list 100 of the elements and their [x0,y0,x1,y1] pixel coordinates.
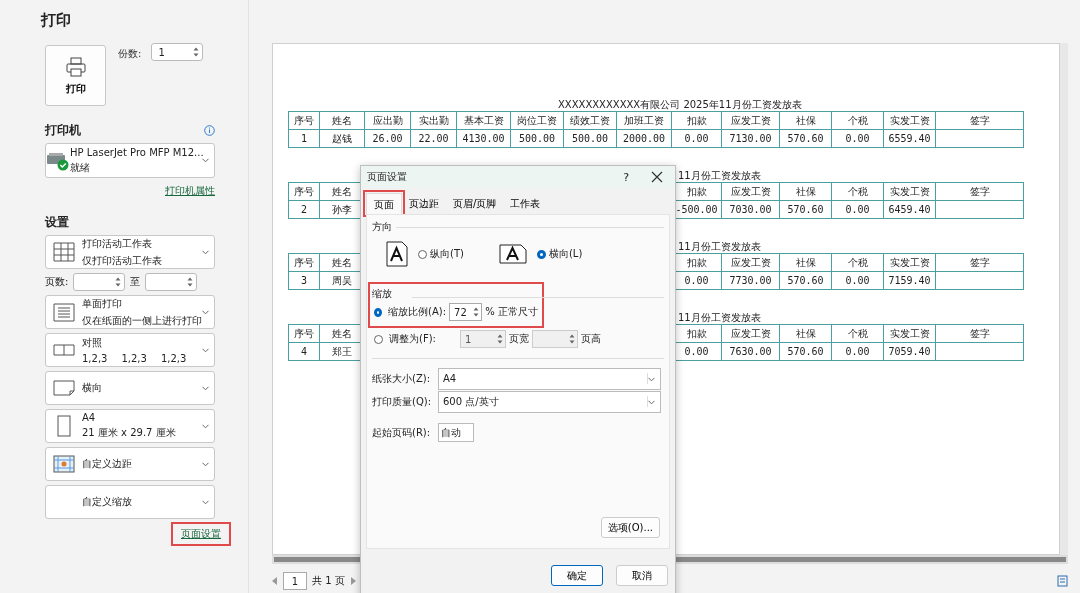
paper-size-select[interactable]: A4 [438,367,661,390]
table-cell: 赵钱 [319,129,365,148]
caret-icon [202,423,209,429]
cancel-button[interactable]: 取消 [616,565,668,586]
pages-icon [53,344,75,356]
next-page-icon[interactable] [349,577,356,585]
table-cell: 2 [288,200,320,219]
radio-button[interactable] [536,249,546,259]
radio-button[interactable] [418,249,427,259]
setting-dropdown[interactable]: A4 21 厘米 x 29.7 厘米 [45,409,215,443]
setting-title: 单面打印 [82,296,123,311]
page-setup-link[interactable]: 页面设置 [181,528,221,539]
print-quality-label: 打印质量(Q): [372,394,433,409]
spinner-arrows-icon[interactable] [473,306,480,318]
column-header: 社保 [779,182,832,201]
first-page-label: 起始页码(R): [372,425,432,440]
setting-title: A4 [82,412,97,423]
column-header: 应发工资 [721,111,780,130]
column-header: 序号 [288,253,320,272]
tab[interactable]: 页面 [366,193,402,214]
column-header: 序号 [288,111,320,130]
printer-properties-link[interactable]: 打印机属性 [165,184,215,198]
column-header: 签字 [935,182,1024,201]
table-cell: 4130.00 [456,129,511,148]
column-header: 实发工资 [883,324,936,343]
margins-icon [53,455,75,473]
pages-wide-field[interactable]: 1 [460,330,506,348]
table-cell: 0.00 [831,342,884,361]
setting-dropdown[interactable]: 横向 [45,371,215,405]
scale-unit: % 正常尺寸 [485,305,538,319]
column-header: 绩效工资 [563,111,617,130]
table-cell: 7030.00 [721,200,780,219]
vertical-scrollbar[interactable] [1060,43,1068,555]
radio-label: 缩放比例(A): [388,305,446,319]
column-header: 实出勤 [410,111,457,130]
page-to-field[interactable] [145,273,198,291]
caret-icon [202,158,209,163]
column-header: 个税 [831,324,884,343]
column-header: 个税 [831,253,884,272]
caret-icon [202,499,209,505]
page-from-field[interactable] [73,273,126,291]
table-cell: 570.60 [779,271,832,290]
copies-label: 份数: [118,47,142,61]
column-header: 签字 [935,111,1024,130]
caret-icon [202,309,209,315]
tab[interactable]: 页眉/页脚 [446,193,504,214]
column-header: 社保 [779,253,832,272]
table-title: 11月份工资发放表 [678,312,761,323]
radio-label: 横向(L) [548,247,583,261]
printer-dropdown[interactable]: HP LaserJet Pro MFP M12... 就绪 [45,143,215,178]
tab[interactable]: 页边距 [402,193,446,214]
setting-dropdown[interactable]: 单面打印 仅在纸面的一侧上进行打印 [45,295,215,329]
pages-tall-label: 页高 [581,332,601,346]
print-quality-select[interactable]: 600 点/英寸 [438,390,661,413]
grid-icon [53,242,75,262]
caret-icon [202,347,209,353]
tab[interactable]: 工作表 [503,193,548,214]
table-title: 11月份工资发放表 [678,241,761,252]
print-button[interactable]: 打印 [45,45,106,106]
column-header: 个税 [831,182,884,201]
spinner-arrows-icon[interactable] [115,276,122,288]
radio-button[interactable] [374,334,383,344]
page-number-field[interactable]: 1 [283,572,307,590]
caret-icon [648,377,655,382]
options-button[interactable]: 选项(O)... [600,517,660,538]
ok-button[interactable]: 确定 [551,565,603,586]
spinner-arrows-icon[interactable] [569,333,575,345]
previous-page-icon[interactable] [272,577,278,585]
setting-dropdown[interactable]: 自定义缩放 [45,485,215,519]
column-header: 序号 [288,182,320,201]
landscape-page-icon [53,380,75,396]
radio-button[interactable] [374,307,382,317]
column-header: 个税 [831,111,884,130]
scale-field[interactable]: 72 [449,303,483,321]
spinner-arrows-icon[interactable] [187,276,194,288]
column-header: 姓名 [319,111,365,130]
caret-icon [202,461,209,467]
column-header: 实发工资 [883,253,936,272]
table-cell: 0.00 [831,271,884,290]
table-cell: 1 [288,129,320,148]
dialog-title: 页面设置 [367,170,407,184]
info-icon[interactable] [204,125,215,136]
copies-field[interactable]: 1 [151,43,204,61]
spinner-arrows-icon[interactable] [497,333,503,345]
table-cell: 0.00 [831,200,884,219]
first-page-field[interactable]: 自动 [438,423,474,442]
setting-dropdown[interactable]: 自定义边距 [45,447,215,481]
page-view-icon[interactable] [1057,575,1068,587]
table-cell: 3 [288,271,320,290]
column-header: 社保 [779,111,832,130]
setting-dropdown[interactable]: 对照 1,2,3 1,2,3 1,2,3 [45,333,215,367]
spinner-arrows-icon[interactable] [193,46,200,58]
pages-tall-field[interactable] [532,330,578,348]
caret-icon [202,385,209,391]
portrait-page-icon [386,241,408,267]
help-button[interactable]: ? [623,170,629,184]
setting-dropdown[interactable]: 打印活动工作表 仅打印活动工作表 [45,235,215,269]
column-header: 应发工资 [721,324,780,343]
setting-title: 对照 [82,336,103,350]
close-icon[interactable] [651,171,663,183]
